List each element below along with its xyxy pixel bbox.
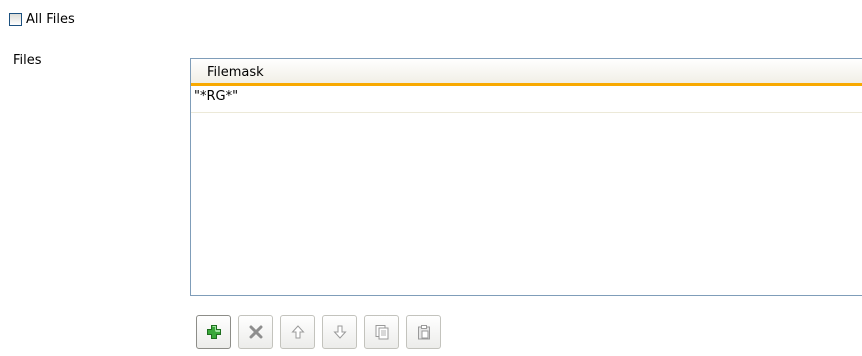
delete-button[interactable] <box>238 315 273 349</box>
copy-button[interactable] <box>364 315 399 349</box>
table-header: Filemask <box>191 59 862 86</box>
copy-icon <box>375 325 388 340</box>
table-row[interactable]: "*RG*" <box>191 86 862 113</box>
table-cell[interactable]: "*RG*" <box>194 89 238 104</box>
arrow-down-icon <box>332 325 347 339</box>
move-down-button[interactable] <box>322 315 357 349</box>
files-label: Files <box>13 53 42 68</box>
all-files-option[interactable]: All Files <box>9 12 75 27</box>
table-toolbar <box>196 315 441 349</box>
add-button[interactable] <box>196 315 231 349</box>
column-header-filemask[interactable]: Filemask <box>207 65 264 80</box>
plus-icon <box>206 325 221 339</box>
arrow-up-icon <box>290 325 305 339</box>
all-files-checkbox[interactable] <box>9 13 22 26</box>
filemask-table[interactable]: Filemask "*RG*" <box>190 58 862 296</box>
paste-button[interactable] <box>406 315 441 349</box>
move-up-button[interactable] <box>280 315 315 349</box>
all-files-label: All Files <box>26 12 75 27</box>
delete-icon <box>249 325 262 339</box>
paste-icon <box>417 325 430 340</box>
